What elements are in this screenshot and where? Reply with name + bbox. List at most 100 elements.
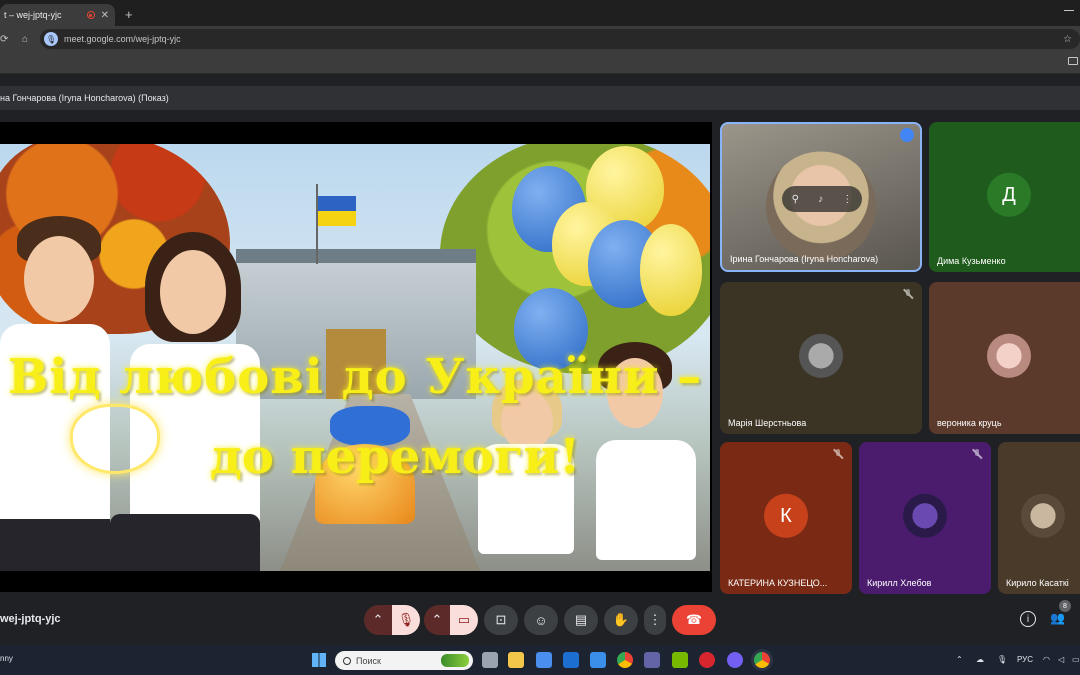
- presenting-banner: на Гончарова (Iryna Honcharova) (Показ): [0, 86, 1080, 110]
- avatar: К: [764, 493, 808, 538]
- mic-icon[interactable]: ♪: [818, 194, 823, 205]
- presenter-name: на Гончарова (Iryna Honcharova) (Показ): [0, 93, 169, 103]
- teams-icon[interactable]: [644, 652, 660, 668]
- muted-mic-icon: [971, 448, 983, 460]
- present-icon: ⊡: [495, 612, 507, 627]
- slide-title-line2: до перемоги!: [209, 429, 581, 485]
- audio-options-button[interactable]: ⌃: [364, 605, 392, 635]
- avatar: [987, 333, 1031, 378]
- slide-title-line1: Від любові до України –: [7, 349, 703, 405]
- task-view-icon[interactable]: [482, 652, 498, 668]
- avatar: [903, 493, 947, 538]
- captions-icon: ▤: [574, 612, 588, 627]
- present-screen-button[interactable]: ⊡: [484, 605, 518, 635]
- participant-tile[interactable]: ⚲ ♪ ⋮ Ірина Гончарова (Iryna Honcharova): [720, 122, 922, 272]
- video-options-button[interactable]: ⌃: [424, 605, 450, 635]
- search-icon: [343, 656, 351, 665]
- outlook-icon[interactable]: [563, 652, 579, 668]
- start-icon[interactable]: [312, 653, 326, 667]
- close-tab-icon[interactable]: ✕: [101, 10, 109, 21]
- emoji-icon: ☺: [534, 612, 548, 628]
- participant-name: КАТЕРИНА КУЗНЕЦО...: [728, 578, 828, 588]
- nvidia-icon[interactable]: [672, 652, 688, 668]
- muted-mic-icon: [902, 288, 914, 300]
- people-icon[interactable]: 👥: [1050, 611, 1065, 625]
- opera-icon[interactable]: [699, 652, 715, 668]
- participant-tile[interactable]: Кирило Касаткі: [998, 442, 1080, 594]
- boy-trousers: [0, 519, 110, 571]
- captions-button[interactable]: ▤: [564, 605, 598, 635]
- pin-icon[interactable]: ⚲: [792, 194, 799, 205]
- minimize-icon[interactable]: [1064, 10, 1074, 11]
- participant-tile[interactable]: вероника круць: [929, 282, 1080, 434]
- muted-mic-icon: [832, 448, 844, 460]
- hand-icon: ✋: [612, 612, 630, 627]
- raise-hand-button[interactable]: ✋: [604, 605, 638, 635]
- url-text: meet.google.com/wej-jptq-yjc: [64, 34, 181, 44]
- wifi-icon[interactable]: ◠: [1043, 655, 1050, 664]
- participant-name: Дима Кузьменко: [937, 256, 1006, 266]
- taskbar-search[interactable]: Поиск: [335, 651, 473, 670]
- speaking-indicator-icon: [900, 128, 914, 142]
- camera-off-icon: ▭: [457, 612, 471, 627]
- file-explorer-icon[interactable]: [508, 652, 524, 668]
- url-field[interactable]: 🎙 meet.google.com/wej-jptq-yjc ☆: [40, 29, 1080, 49]
- new-tab-icon[interactable]: +: [125, 7, 133, 22]
- leave-call-button[interactable]: ☎: [672, 605, 716, 635]
- participant-name: Ірина Гончарова (Iryna Honcharova): [730, 254, 879, 264]
- chrome-icon[interactable]: [617, 652, 633, 668]
- participant-tile[interactable]: Марія Шерстньова: [720, 282, 922, 434]
- boy-head: [14, 216, 104, 326]
- search-highlight-image: [441, 654, 469, 667]
- microphone-off-button[interactable]: 🎙: [392, 605, 420, 635]
- store-icon[interactable]: [536, 652, 552, 668]
- home-icon[interactable]: ⌂: [22, 34, 28, 45]
- more-options-icon[interactable]: ⋮: [842, 194, 852, 205]
- more-options-button[interactable]: ⋮: [644, 605, 666, 635]
- weather-widget[interactable]: nny: [0, 654, 13, 663]
- recording-icon: [86, 11, 95, 19]
- onedrive-icon[interactable]: ☁: [976, 655, 984, 664]
- bookmark-star-icon[interactable]: ☆: [1063, 34, 1072, 45]
- viber-icon[interactable]: [727, 652, 743, 668]
- more-vert-icon: ⋮: [648, 612, 662, 627]
- mic-off-icon: 🎙: [397, 612, 415, 627]
- browser-tab-strip: t – wej-jptq-yjc ✕ +: [0, 0, 1080, 26]
- tile-hover-controls: ⚲ ♪ ⋮: [782, 186, 862, 212]
- participant-tile[interactable]: К КАТЕРИНА КУЗНЕЦО...: [720, 442, 852, 594]
- participant-name: Кирилл Хлебов: [867, 578, 932, 588]
- chrome-active-icon[interactable]: [754, 652, 770, 668]
- meeting-code: wej-jptq-yjc: [0, 613, 61, 625]
- search-placeholder: Поиск: [356, 655, 381, 666]
- tray-chevron-icon[interactable]: ⌃: [956, 655, 963, 664]
- volume-icon[interactable]: ◁: [1058, 655, 1064, 664]
- bookmarks-bar: [0, 52, 1080, 74]
- reload-icon[interactable]: ⟳: [0, 34, 14, 45]
- avatar: [799, 333, 843, 378]
- camera-off-button[interactable]: ▭: [450, 605, 478, 635]
- shared-slide: Від любові до України – до перемоги!: [0, 144, 710, 571]
- participant-name: вероника круць: [937, 418, 1002, 428]
- girl-skirt: [110, 514, 260, 571]
- spacer: [0, 74, 1080, 86]
- address-bar-row: ⟳ ⌂ 🎙 meet.google.com/wej-jptq-yjc ☆: [0, 26, 1080, 52]
- avatar: Д: [987, 172, 1031, 217]
- site-info-icon[interactable]: 🎙: [44, 32, 59, 46]
- tab-title: t – wej-jptq-yjc: [4, 10, 62, 20]
- balloon: [640, 224, 702, 316]
- participant-tile[interactable]: Кирилл Хлебов: [859, 442, 991, 594]
- participant-tile[interactable]: Д Дима Кузьменко: [929, 122, 1080, 272]
- avatar: [1021, 493, 1065, 538]
- browser-tab[interactable]: t – wej-jptq-yjc ✕: [0, 4, 115, 26]
- bookmarks-folder-icon[interactable]: [1068, 57, 1078, 65]
- girl-head: [145, 232, 241, 352]
- reactions-button[interactable]: ☺: [524, 605, 558, 635]
- language-indicator[interactable]: РУС: [1017, 655, 1033, 664]
- meeting-info-icon[interactable]: i: [1020, 611, 1036, 627]
- participant-name: Кирило Касаткі: [1006, 578, 1069, 588]
- meeting-controls-bar: wej-jptq-yjc ⌃ 🎙 ⌃ ▭ ⊡ ☺ ▤ ✋ ⋮ ☎ i 👥 8: [0, 600, 1080, 642]
- battery-icon[interactable]: ▭: [1072, 655, 1080, 664]
- presentation-stage: Від любові до України – до перемоги!: [0, 122, 712, 592]
- tray-mic-icon[interactable]: 🎙: [997, 655, 1007, 664]
- app-icon[interactable]: [590, 652, 606, 668]
